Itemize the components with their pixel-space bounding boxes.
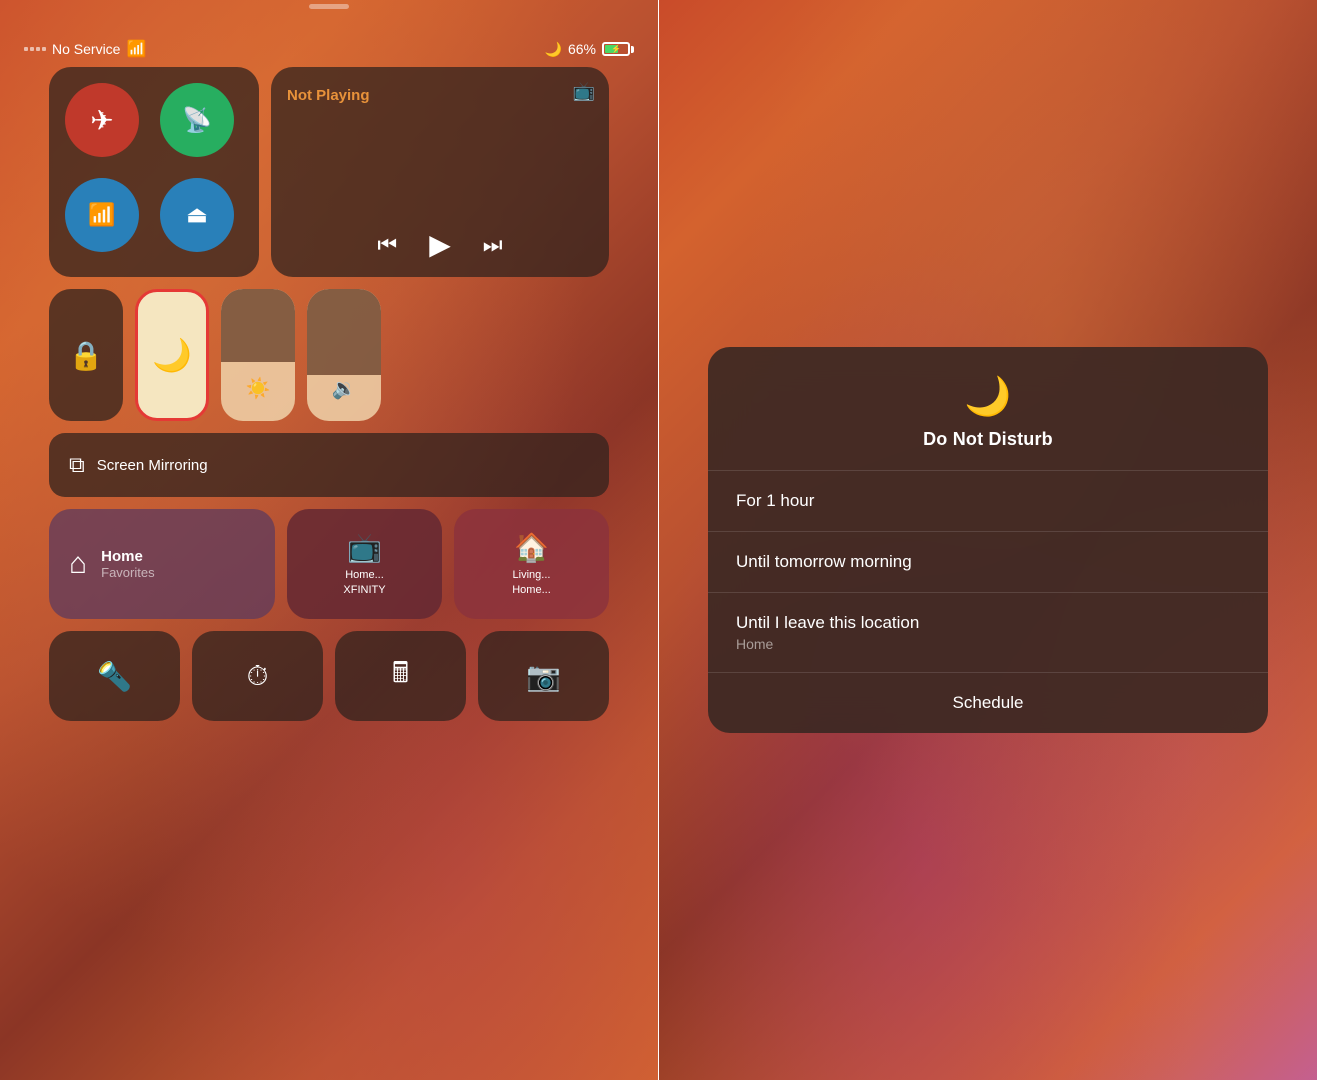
do-not-disturb-button[interactable]: 🌙 (135, 289, 209, 421)
screen-mirroring-button[interactable]: ⧉ Screen Mirroring (49, 433, 609, 497)
no-service-label: No Service (52, 41, 120, 57)
moon-icon: 🌙 (545, 41, 562, 58)
status-right: 🌙 66% ⚡ (545, 41, 634, 58)
top-row: ✈ 📡 📶 ⏏ 📺 Not Playing ⏮ ▶ ⏭ (49, 67, 609, 277)
brightness-fill (221, 289, 295, 362)
bluetooth-icon: ⏏ (187, 202, 208, 228)
timer-icon: ⏱ (247, 660, 269, 693)
wifi-button[interactable]: 📶 (65, 178, 139, 252)
battery-percent: 66% (568, 41, 596, 57)
signal-dot-1 (24, 47, 28, 51)
swipe-indicator (309, 4, 349, 9)
battery-tip (631, 46, 634, 53)
home-xfinity-label: Home...XFINITY (343, 568, 385, 597)
right-panel: 🌙 Do Not Disturb For 1 hour Until tomorr… (659, 0, 1317, 1080)
now-playing-block: 📺 Not Playing ⏮ ▶ ⏭ (271, 67, 609, 277)
cellular-icon: 📡 (182, 106, 212, 135)
dnd-schedule-label: Schedule (953, 693, 1024, 712)
signal-dot-3 (36, 47, 40, 51)
dnd-header-moon-icon: 🌙 (964, 375, 1011, 419)
play-button[interactable]: ▶ (429, 228, 451, 261)
apple-tv-icon: 📺 (347, 531, 382, 564)
lightning-icon: ⚡ (611, 45, 621, 54)
signal-dot-2 (30, 47, 34, 51)
home-text: Home Favorites (101, 548, 154, 580)
dnd-option-location[interactable]: Until I leave this location Home (708, 593, 1268, 673)
brightness-icon: ☀️ (221, 376, 295, 401)
home-favorites-button[interactable]: ⌂ Home Favorites (49, 509, 275, 619)
wifi-icon: 📶 (126, 39, 146, 59)
brightness-slider[interactable]: ☀️ (221, 289, 295, 421)
connectivity-block: ✈ 📡 📶 ⏏ (49, 67, 259, 277)
home-title: Home (101, 548, 154, 565)
dnd-option-1hour[interactable]: For 1 hour (708, 471, 1268, 532)
cellular-button[interactable]: 📡 (160, 83, 234, 157)
volume-slider[interactable]: 🔉 (307, 289, 381, 421)
middle-row: 🔒 🌙 ☀️ 🔉 (49, 289, 609, 421)
living-home-label: Living...Home... (512, 568, 551, 597)
dnd-option-tomorrow[interactable]: Until tomorrow morning (708, 532, 1268, 593)
control-center-content: ✈ 📡 📶 ⏏ 📺 Not Playing ⏮ ▶ ⏭ (49, 67, 609, 721)
dnd-option-1hour-label: For 1 hour (736, 491, 1240, 511)
bluetooth-button[interactable]: ⏏ (160, 178, 234, 252)
living-icon: 🏠 (514, 531, 549, 564)
screen-mirror-label: Screen Mirroring (97, 457, 208, 474)
airplay-icon[interactable]: 📺 (573, 81, 595, 102)
home-xfinity-button[interactable]: 📺 Home...XFINITY (287, 509, 442, 619)
fast-forward-button[interactable]: ⏭ (483, 232, 503, 258)
media-controls: ⏮ ▶ ⏭ (271, 228, 609, 261)
wifi-button-icon: 📶 (88, 202, 115, 228)
dnd-header: 🌙 Do Not Disturb (708, 347, 1268, 471)
not-playing-label: Not Playing (287, 87, 593, 104)
dnd-option-tomorrow-label: Until tomorrow morning (736, 552, 1240, 572)
status-bar: No Service 📶 🌙 66% ⚡ (0, 25, 658, 67)
calculator-button[interactable]: 🖩 (335, 631, 466, 721)
living-home-button[interactable]: 🏠 Living...Home... (454, 509, 609, 619)
dnd-option-location-label: Until I leave this location (736, 613, 1240, 633)
battery-body: ⚡ (602, 42, 630, 56)
rotation-lock-icon: 🔒 (69, 339, 104, 372)
status-left: No Service 📶 (24, 39, 146, 59)
dnd-title: Do Not Disturb (923, 429, 1053, 450)
signal-bars (24, 47, 46, 51)
camera-icon: 📷 (526, 660, 561, 693)
signal-dot-4 (42, 47, 46, 51)
tools-row: 🔦 ⏱ 🖩 📷 (49, 631, 609, 721)
airplane-mode-button[interactable]: ✈ (65, 83, 139, 157)
flashlight-button[interactable]: 🔦 (49, 631, 180, 721)
left-panel: No Service 📶 🌙 66% ⚡ ✈ (0, 0, 658, 1080)
rewind-button[interactable]: ⏮ (377, 232, 397, 258)
home-icon: ⌂ (69, 547, 87, 581)
dnd-option-location-sub: Home (736, 636, 1240, 652)
dnd-popup: 🌙 Do Not Disturb For 1 hour Until tomorr… (708, 347, 1268, 733)
timer-button[interactable]: ⏱ (192, 631, 323, 721)
screen-mirror-icon: ⧉ (69, 452, 85, 478)
home-subtitle: Favorites (101, 565, 154, 580)
camera-button[interactable]: 📷 (478, 631, 609, 721)
rotation-lock-button[interactable]: 🔒 (49, 289, 123, 421)
battery-icon: ⚡ (602, 42, 634, 56)
volume-icon: 🔉 (307, 376, 381, 401)
calculator-icon: 🖩 (392, 652, 409, 700)
flashlight-icon: 🔦 (97, 660, 132, 693)
dnd-schedule-button[interactable]: Schedule (708, 673, 1268, 733)
volume-fill (307, 289, 381, 375)
dnd-moon-icon: 🌙 (152, 336, 192, 374)
home-row: ⌂ Home Favorites 📺 Home...XFINITY 🏠 Livi… (49, 509, 609, 619)
airplane-icon: ✈ (90, 104, 113, 137)
